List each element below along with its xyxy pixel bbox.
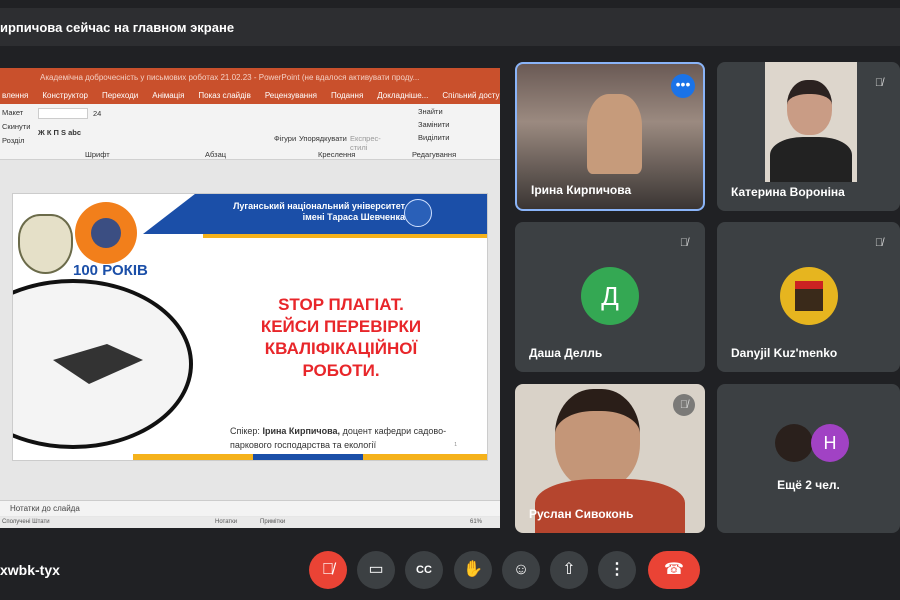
participant-name: Ірина Кирпичова <box>531 183 632 197</box>
ribbon-tab[interactable]: Переходи <box>102 91 138 104</box>
avatar: Н <box>811 424 849 462</box>
participant-name: Катерина Вороніна <box>731 185 845 199</box>
speaker-info: Спікер: Ірина Кирпичова, доцент кафедри … <box>230 426 447 450</box>
raise-hand-button[interactable]: ✋ <box>454 551 492 589</box>
mic-off-button[interactable]: 🎙̸ <box>309 551 347 589</box>
university-seal-logo <box>404 199 432 227</box>
faculty-logo <box>18 214 73 274</box>
camera-button[interactable]: ▭ <box>357 551 395 589</box>
font-format-buttons[interactable]: Ж К П S abc <box>38 128 81 137</box>
ribbon-tab[interactable]: Подання <box>331 91 363 104</box>
reset-button[interactable]: Скинути <box>2 122 30 131</box>
status-bar: Сполучені Штати Нотатки Примітки 61% <box>0 517 500 528</box>
ribbon-tab[interactable]: Рецензування <box>265 91 317 104</box>
more-participants-tile[interactable]: Н Ещё 2 чел. <box>717 384 900 533</box>
find-button[interactable]: Знайти <box>418 107 443 116</box>
participant-tile-danyjil[interactable]: 🎙̸ Danyjil Kuz'menko <box>717 222 900 372</box>
font-name-input[interactable] <box>38 108 88 119</box>
participant-video <box>765 62 857 182</box>
ribbon-tab[interactable]: Докладніше... <box>377 91 428 104</box>
avatar: Д <box>581 267 639 325</box>
mic-off-icon: 🎙̸ <box>673 394 695 416</box>
ribbon-tab[interactable]: влення <box>2 91 28 104</box>
slide-notes[interactable]: Нотатки до слайда <box>0 500 500 516</box>
share-tab[interactable]: Спільний доступ <box>442 91 500 104</box>
font-size-input[interactable]: 24 <box>93 109 101 118</box>
layout-button[interactable]: Макет <box>2 108 23 117</box>
end-call-button[interactable]: ☎ <box>648 551 700 589</box>
language-status: Сполучені Штати <box>2 519 50 525</box>
participant-name: Даша Делль <box>529 346 603 360</box>
arrange-button[interactable]: Упорядкувати <box>299 134 347 143</box>
participant-video <box>587 94 642 174</box>
presenting-text: ирпичова сейчас на главном экране <box>0 20 235 35</box>
header-stripe <box>203 234 487 238</box>
notes-button[interactable]: Нотатки <box>215 519 237 525</box>
more-participants-label: Ещё 2 чел. <box>777 478 840 492</box>
zoom-level[interactable]: 61% <box>470 519 482 525</box>
shapes-button[interactable]: Фігури <box>274 134 296 143</box>
anniversary-logo <box>75 202 137 264</box>
ribbon-tab[interactable]: Анімація <box>152 91 184 104</box>
slide: Луганський національний університет імені… <box>12 193 488 461</box>
font-group-label: Шрифт <box>85 150 110 159</box>
shared-screen: Академічна доброчесність у письмових роб… <box>0 68 500 528</box>
participant-tile-iryna[interactable]: ••• Ірина Кирпичова <box>515 62 705 211</box>
ribbon-tab[interactable]: Показ слайдів <box>198 91 250 104</box>
select-button[interactable]: Виділити <box>418 133 449 142</box>
slide-number: 1 <box>454 442 457 448</box>
more-options-button[interactable]: ⋮ <box>598 551 636 589</box>
meeting-code: xwbk-tyx <box>0 562 60 578</box>
emoji-button[interactable]: ☺ <box>502 551 540 589</box>
powerpoint-title: Академічна доброчесність у письмових роб… <box>0 68 500 89</box>
participant-tile-kateryna[interactable]: 🎙̸ Катерина Вороніна <box>717 62 900 211</box>
mic-off-icon: 🎙̸ <box>874 237 884 249</box>
participant-video <box>555 389 640 489</box>
university-name: Луганський національний університет імені… <box>233 201 405 222</box>
slide-headline: STOP ПЛАГІАТ. КЕЙСИ ПЕРЕВІРКИ КВАЛІФІКАЦІЙ… <box>260 295 422 380</box>
replace-button[interactable]: Замінити <box>418 120 449 129</box>
mic-off-icon: 🎙̸ <box>874 77 884 89</box>
ribbon: Макет Скинути Розділ 24 Ж К П S abc Шриф… <box>0 104 500 160</box>
participant-tile-dasha[interactable]: Д 🎙̸ Даша Делль <box>515 222 705 372</box>
mic-off-icon: 🎙̸ <box>679 237 689 249</box>
more-options-icon[interactable]: ••• <box>671 74 695 98</box>
ribbon-tab[interactable]: Конструктор <box>42 91 88 104</box>
paragraph-group-label: Абзац <box>205 150 227 159</box>
drawing-group-label: Креслення <box>318 150 356 159</box>
participant-name: Danyjil Kuz'menko <box>731 346 838 360</box>
captions-button[interactable]: CC <box>405 551 443 589</box>
presentation-banner: ирпичова сейчас на главном экране <box>0 8 900 46</box>
participant-name: Руслан Сивоконь <box>529 507 634 521</box>
avatar <box>779 267 838 325</box>
editing-group-label: Редагування <box>412 150 457 159</box>
comments-button[interactable]: Примітки <box>260 519 285 525</box>
participant-tile-ruslan[interactable]: 🎙̸ Руслан Сивоконь <box>515 384 705 533</box>
avatar <box>775 424 813 462</box>
present-screen-button[interactable]: ⇧ <box>550 551 588 589</box>
years-logo-text: 100 РОКІВ <box>73 262 148 279</box>
section-button[interactable]: Розділ <box>2 136 24 145</box>
ribbon-tabs: влення Конструктор Переходи Анімація Пок… <box>0 89 500 104</box>
footer-band <box>253 454 363 460</box>
